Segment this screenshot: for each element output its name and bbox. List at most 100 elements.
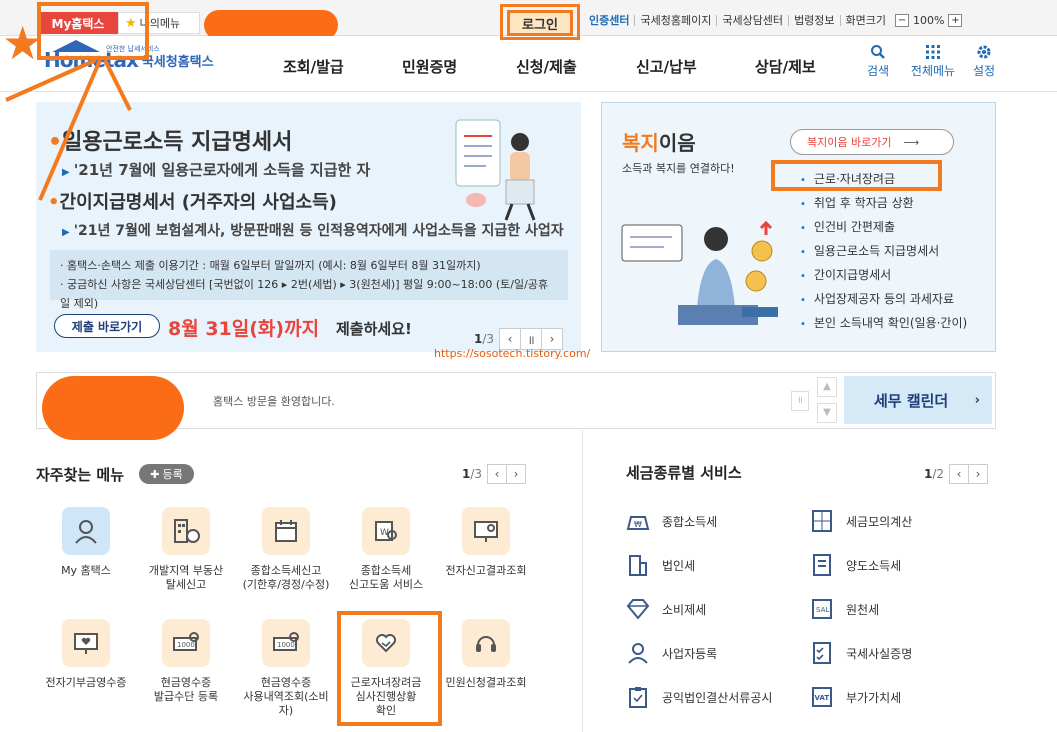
frequent-prev-button[interactable]: ‹ bbox=[487, 464, 508, 484]
card-search-icon: 1000 bbox=[162, 619, 210, 667]
card-search-icon: 1000 bbox=[262, 619, 310, 667]
search-button[interactable]: 검색 bbox=[853, 44, 903, 79]
frequent-item-label: 전자기부금영수증 bbox=[45, 676, 127, 689]
tax-services-next-button[interactable]: › bbox=[968, 464, 989, 484]
service-consumption-tax[interactable]: 소비제세 bbox=[624, 596, 706, 622]
service-withholding-tax[interactable]: SAL 원천세 bbox=[808, 596, 879, 622]
nav-report-pay[interactable]: 신고/납부 bbox=[636, 56, 697, 77]
service-tax-simulation[interactable]: 세금모의계산 bbox=[808, 508, 912, 534]
settings-label: 설정 bbox=[972, 64, 996, 78]
frequent-page-indicator: 1/3 bbox=[462, 467, 483, 481]
tax-calendar-button[interactable]: 세무 캘린더 › bbox=[844, 376, 992, 424]
service-tax-certificate[interactable]: 국세사실증명 bbox=[808, 640, 912, 666]
pause-icon: ॥ bbox=[527, 332, 535, 347]
chevron-right-icon: › bbox=[549, 332, 555, 346]
welfare-shortcut-button[interactable]: 복지이음 바로가기 ⟶ bbox=[790, 129, 954, 155]
all-menu-button[interactable]: 전체메뉴 bbox=[908, 44, 958, 79]
nav-inquiry-issue[interactable]: 조회/발급 bbox=[283, 56, 344, 77]
service-income-tax[interactable]: ₩ 종합소득세 bbox=[624, 508, 717, 534]
zoom-control: − 100% + bbox=[895, 14, 963, 27]
calendar-icon bbox=[262, 507, 310, 555]
service-public-interest-disclosure[interactable]: 공익법인결산서류공시 bbox=[624, 684, 772, 710]
highlight-box-frequent-item bbox=[337, 611, 442, 726]
tax-services-title: 세금종류별 서비스 bbox=[626, 464, 742, 482]
highlight-box-my-hometax bbox=[37, 2, 149, 60]
watermark-url: https://sosotech.tistory.com/ bbox=[434, 347, 591, 360]
chevron-up-icon: ▲ bbox=[823, 381, 831, 392]
chevron-down-icon: ▼ bbox=[823, 407, 831, 418]
frequent-item-realestate-report[interactable]: 개발지역 부동산 탈세신고 bbox=[136, 507, 236, 592]
welfare-item[interactable]: • 본인 소득내역 확인(일용·간이) bbox=[800, 311, 967, 335]
redaction-mark bbox=[42, 376, 184, 440]
frequent-item-label: My 홈택스 bbox=[61, 564, 111, 577]
chevron-left-icon: ‹ bbox=[956, 467, 962, 481]
welfare-list: • 근로·자녀장려금 • 취업 후 학자금 상환 • 인건비 간편제출 • 일용근로소득… bbox=[800, 167, 967, 335]
notice-down-button[interactable]: ▼ bbox=[817, 403, 837, 423]
welfare-illustration-icon bbox=[621, 220, 778, 325]
svg-text:1000: 1000 bbox=[277, 641, 295, 649]
receipt-icon: SAL bbox=[808, 596, 836, 622]
welfare-item[interactable]: • 사업장제공자 등의 과세자료 bbox=[800, 287, 967, 311]
search-icon bbox=[853, 44, 903, 62]
banner-heading-2: •간이지급명세서 (거주자의 사업소득) bbox=[48, 192, 337, 213]
svg-text:SAL: SAL bbox=[816, 606, 829, 614]
notice-message[interactable]: 홈택스 방문을 환영합니다. bbox=[213, 393, 335, 409]
tax-services-prev-button[interactable]: ‹ bbox=[949, 464, 970, 484]
service-vat[interactable]: VAT 부가가치세 bbox=[808, 684, 901, 710]
frequent-item-label: 개발지역 부동산 탈세신고 bbox=[148, 564, 224, 591]
frequent-item-label: 현금영수증 발급수단 등록 bbox=[153, 676, 219, 703]
welfare-item[interactable]: • 간이지급명세서 bbox=[800, 263, 967, 287]
welfare-item[interactable]: • 인건비 간편제출 bbox=[800, 215, 967, 239]
service-business-registration[interactable]: 사업자등록 bbox=[624, 640, 717, 666]
frequent-item-cash-receipt-usage[interactable]: 1000 현금영수증 사용내역조회(소비 자) bbox=[236, 619, 336, 718]
util-link-cert-center[interactable]: 인증센터 bbox=[584, 15, 634, 26]
diamond-icon bbox=[624, 596, 652, 622]
banner-text-1: ▶ '21년 7월에 일용근로자에게 소득을 지급한 자 bbox=[62, 161, 371, 179]
frequent-item-e-filing-result[interactable]: 전자신고결과조회 bbox=[436, 507, 536, 578]
main-header: 안전한 납세서비스 Hometax 국세청홈택스 조회/발급 민원증명 신청/제… bbox=[0, 36, 1057, 92]
nav-apply-submit[interactable]: 신청/제출 bbox=[516, 56, 577, 77]
util-link-nts-homepage[interactable]: 국세청홈페이지 bbox=[634, 15, 716, 26]
nav-consult-report[interactable]: 상담/제보 bbox=[755, 56, 816, 77]
service-corporate-tax[interactable]: 법인세 bbox=[624, 552, 695, 578]
frequent-next-button[interactable]: › bbox=[506, 464, 527, 484]
util-link-consult-center[interactable]: 국세상담센터 bbox=[716, 15, 788, 26]
person-icon bbox=[624, 640, 652, 666]
section-divider bbox=[582, 430, 583, 732]
promo-banner[interactable]: •일용근로소득 지급명세서 ▶ '21년 7월에 일용근로자에게 소득을 지급한 … bbox=[36, 102, 581, 352]
clipboard-icon bbox=[624, 684, 652, 710]
service-capital-gains-tax[interactable]: 양도소득세 bbox=[808, 552, 901, 578]
frequent-item-my-hometax[interactable]: My 홈택스 bbox=[36, 507, 136, 578]
welfare-item[interactable]: • 일용근로소득 지급명세서 bbox=[800, 239, 967, 263]
banner-notice-line-2: · 궁금하신 사항은 국세상담센터 [국번없이 126 ▸ 2번(세법) ▸ 3… bbox=[60, 278, 549, 310]
person-icon bbox=[62, 507, 110, 555]
arrow-right-icon: ⟶ bbox=[903, 135, 920, 149]
zoom-out-button[interactable]: − bbox=[895, 14, 910, 27]
svg-text:₩: ₩ bbox=[634, 520, 642, 529]
frequent-item-donation-receipt[interactable]: 전자기부금영수증 bbox=[36, 619, 136, 690]
frequent-item-income-tax-help[interactable]: W 종합소득세 신고도움 서비스 bbox=[336, 507, 436, 592]
zoom-in-button[interactable]: + bbox=[948, 14, 963, 27]
frequent-item-civil-result[interactable]: 민원신청결과조회 bbox=[436, 619, 536, 690]
frequent-item-income-tax-late[interactable]: 종합소득세신고 (기한후/경정/수정) bbox=[236, 507, 336, 592]
triangle-icon: ▶ bbox=[62, 227, 70, 238]
banner-text-2: ▶ '21년 7월에 보험설계사, 방문판매원 등 인적용역자에게 사업소득을 지… bbox=[62, 223, 564, 239]
nav-civil-certificate[interactable]: 민원증명 bbox=[402, 56, 457, 77]
star-annotation-icon: ★ bbox=[2, 16, 44, 70]
settings-button[interactable]: 설정 bbox=[959, 44, 1009, 79]
chevron-left-icon: ‹ bbox=[507, 332, 513, 346]
util-link-law-info[interactable]: 법령정보 bbox=[788, 15, 839, 26]
welfare-item[interactable]: • 취업 후 학자금 상환 bbox=[800, 191, 967, 215]
checklist-icon bbox=[808, 640, 836, 666]
tax-services-page-indicator: 1/2 bbox=[924, 467, 945, 481]
notice-pause-button[interactable]: ॥ bbox=[791, 391, 809, 411]
svg-text:1000: 1000 bbox=[177, 641, 195, 649]
notice-up-button[interactable]: ▲ bbox=[817, 377, 837, 397]
plus-icon: ✚ bbox=[150, 467, 160, 481]
frequent-item-cash-receipt-register[interactable]: 1000 현금영수증 발급수단 등록 bbox=[136, 619, 236, 704]
banner-deadline-suffix: 제출하세요! bbox=[336, 320, 412, 338]
submit-shortcut-button[interactable]: 제출 바로가기 bbox=[54, 314, 160, 338]
register-menu-button[interactable]: ✚ 등록 bbox=[139, 464, 194, 484]
welfare-panel: 복지이음 소득과 복지를 연결하다! 복지이음 바로가기 ⟶ • 근로·자녀장려금 … bbox=[601, 102, 996, 352]
utility-links: 인증센터 국세청홈페이지 국세상담센터 법령정보 화면크기 − 100% + bbox=[584, 14, 963, 27]
